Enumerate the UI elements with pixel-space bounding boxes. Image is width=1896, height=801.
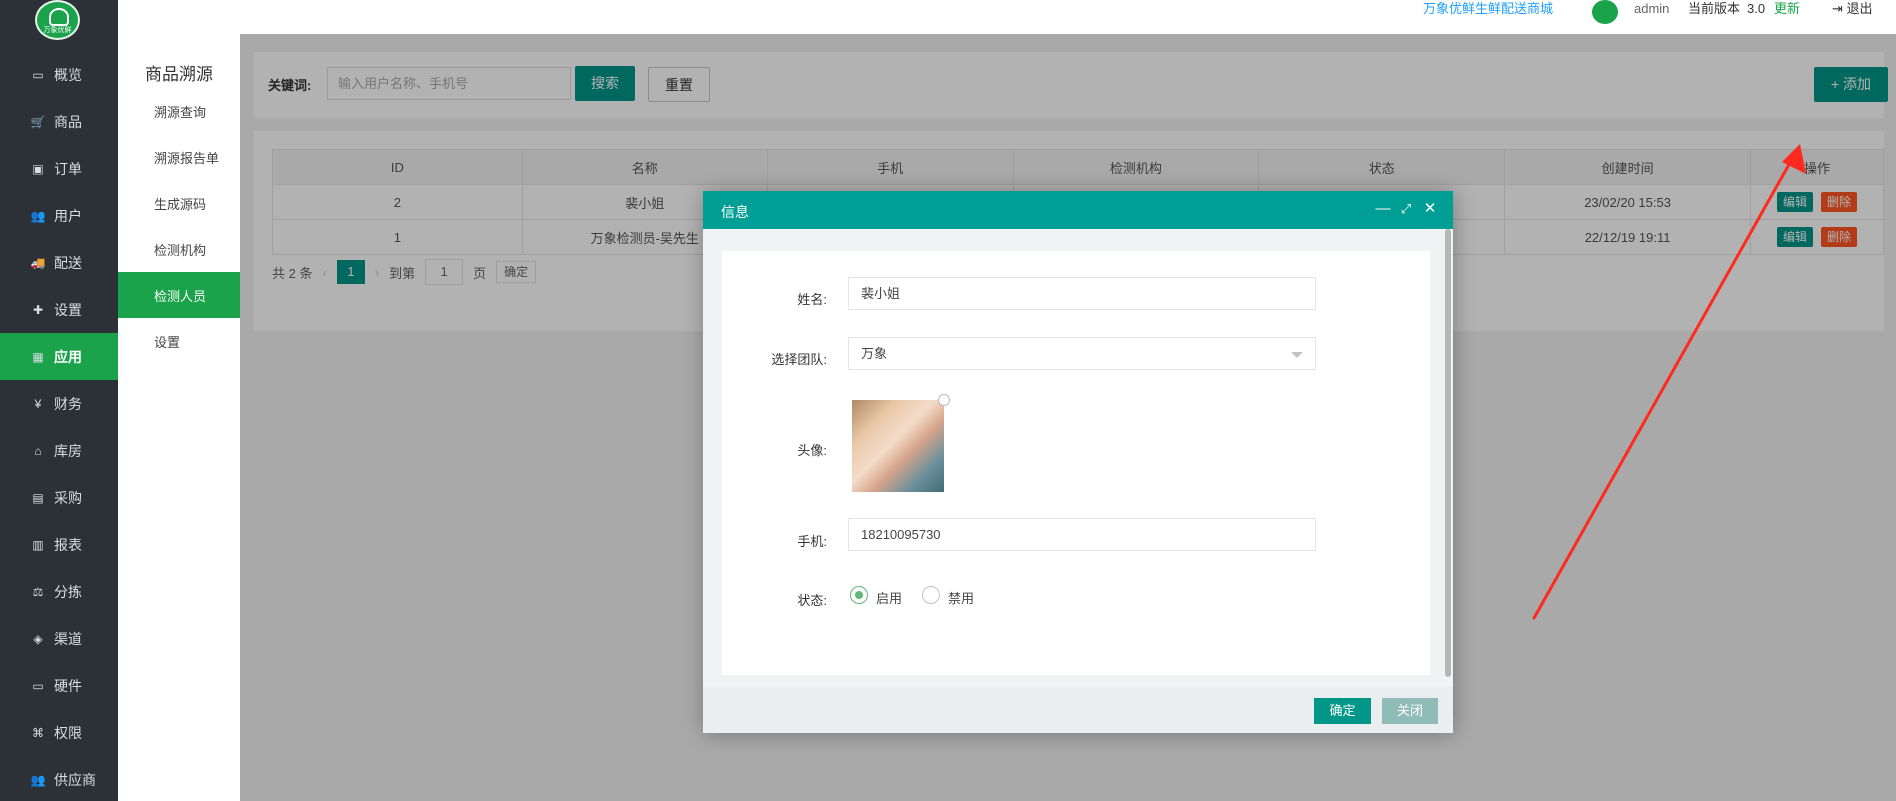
nav-item-4[interactable]: 🚚 配送: [0, 239, 118, 286]
logout-icon: ⇥: [1832, 1, 1843, 16]
nav-item-label: 采购: [54, 489, 82, 506]
subnav-item-generate-code[interactable]: 生成源码: [118, 180, 240, 226]
status-enabled-text: 启用: [876, 591, 903, 606]
maximize-icon[interactable]: ⤢: [1398, 200, 1414, 218]
update-link[interactable]: 更新: [1774, 0, 1800, 18]
monitor-icon: ▭: [32, 67, 44, 82]
nav-item-label: 应用: [54, 348, 82, 365]
shop-name-link[interactable]: 万象优鲜生鲜配送商城: [1423, 0, 1553, 18]
subnav-title: 商品溯源: [145, 65, 213, 84]
name-label: 姓名:: [797, 292, 827, 307]
subnav-item-trace-report[interactable]: 溯源报告单: [118, 134, 240, 180]
remove-photo-icon[interactable]: [938, 394, 950, 406]
subnav-item-settings[interactable]: 设置: [118, 318, 240, 364]
chevron-down-icon: [1291, 352, 1303, 358]
subnav-item-test-org[interactable]: 检测机构: [118, 226, 240, 272]
phone-input[interactable]: 18210095730: [848, 518, 1316, 551]
money-icon: ▣: [32, 161, 44, 176]
nav-item-8[interactable]: ⌂ 库房: [0, 427, 118, 474]
nav-item-9[interactable]: ▤ 采购: [0, 474, 118, 521]
brand-logo[interactable]: 万象优鲜: [35, 0, 80, 40]
subnav-item-inspectors[interactable]: 检测人员: [118, 272, 240, 318]
dialog-title: 信息: [721, 204, 749, 220]
dialog-header: 信息 — ⤢ ✕: [703, 191, 1453, 229]
desktop-icon: ▭: [32, 678, 44, 693]
username[interactable]: admin: [1634, 0, 1669, 18]
avatar-label: 头像:: [797, 443, 827, 458]
nav-item-label: 分拣: [54, 583, 82, 600]
scale-icon: ⚖: [32, 584, 44, 599]
nav-item-6[interactable]: ▦ 应用: [0, 333, 118, 380]
sub-nav: 商品溯源 溯源查询 溯源报告单 生成源码 检测机构 检测人员 设置: [118, 34, 240, 801]
annotation-arrow-line: [1532, 150, 1798, 620]
nav-item-2[interactable]: ▣ 订单: [0, 145, 118, 192]
nav-item-label: 配送: [54, 254, 82, 271]
status-disabled-radio[interactable]: [922, 586, 940, 604]
bank-icon: ⌘: [32, 725, 44, 740]
status-disabled-text: 禁用: [948, 591, 975, 606]
subnav-item-trace-query[interactable]: 溯源查询: [118, 88, 240, 134]
nav-item-label: 设置: [54, 301, 82, 318]
nav-item-label: 供应商: [54, 771, 96, 788]
minimize-icon[interactable]: —: [1375, 200, 1391, 218]
user-avatar[interactable]: [1592, 0, 1618, 24]
team-select[interactable]: 万象: [848, 337, 1316, 370]
version-number: 3.0: [1747, 1, 1766, 16]
nav-item-1[interactable]: 🛒 商品: [0, 98, 118, 145]
nav-item-label: 权限: [54, 724, 82, 741]
nav-item-label: 财务: [54, 395, 82, 412]
close-icon[interactable]: ✕: [1422, 200, 1438, 218]
apps-icon: ▦: [32, 349, 44, 364]
nav-item-label: 商品: [54, 113, 82, 130]
nav-item-3[interactable]: 👥 用户: [0, 192, 118, 239]
settings-icon: ✚: [32, 302, 44, 317]
team-label: 选择团队:: [771, 352, 827, 367]
phone-label: 手机:: [797, 534, 827, 549]
dialog-scrollbar[interactable]: [1445, 229, 1451, 677]
nav-item-11[interactable]: ⚖ 分拣: [0, 568, 118, 615]
nav-item-13[interactable]: ▭ 硬件: [0, 662, 118, 709]
nav-item-label: 报表: [54, 536, 82, 553]
truck-icon: 🚚: [30, 255, 46, 270]
nav-item-0[interactable]: ▭ 概览: [0, 51, 118, 98]
nav-item-label: 用户: [54, 207, 82, 224]
dialog-body: [722, 251, 1430, 675]
users-icon: 👥: [30, 208, 46, 223]
nav-item-7[interactable]: ¥ 财务: [0, 380, 118, 427]
home-icon: ⌂: [34, 443, 42, 458]
name-input[interactable]: 裴小姐: [848, 277, 1316, 310]
confirm-button[interactable]: 确定: [1314, 698, 1371, 724]
logo-text: 万象优鲜: [43, 27, 72, 34]
info-dialog: 信息 — ⤢ ✕: [703, 191, 1453, 733]
annotation-arrow: [1532, 144, 1806, 620]
cart-icon: 🛒: [30, 114, 46, 129]
top-header: 万象优鲜生鲜配送商城 admin 当前版本 3.0 更新 ⇥ 退出: [118, 0, 1896, 34]
nav-item-label: 概览: [54, 66, 82, 83]
bus-icon: ▤: [32, 490, 44, 505]
close-button[interactable]: 关闭: [1382, 698, 1438, 724]
status-enabled-radio[interactable]: [850, 586, 868, 604]
group-icon: 👥: [30, 772, 46, 787]
nav-item-5[interactable]: ✚ 设置: [0, 286, 118, 333]
bar-chart-icon: ▥: [32, 537, 44, 552]
cube-icon: ◈: [33, 631, 43, 646]
nav-item-14[interactable]: ⌘ 权限: [0, 709, 118, 756]
nav-item-10[interactable]: ▥ 报表: [0, 521, 118, 568]
nav-item-label: 硬件: [54, 677, 82, 694]
version-label: 当前版本: [1688, 1, 1741, 16]
nav-item-label: 订单: [54, 160, 82, 177]
status-label: 状态:: [797, 593, 827, 608]
nav-item-12[interactable]: ◈ 渠道: [0, 615, 118, 662]
nav-item-label: 库房: [54, 442, 82, 459]
avatar-photo[interactable]: [852, 400, 944, 492]
nav-item-15[interactable]: 👥 供应商: [0, 756, 118, 801]
yen-icon: ¥: [34, 396, 42, 411]
nav-item-label: 渠道: [54, 630, 82, 647]
logout-button[interactable]: ⇥ 退出: [1832, 0, 1873, 18]
team-select-value: 万象: [861, 346, 888, 361]
